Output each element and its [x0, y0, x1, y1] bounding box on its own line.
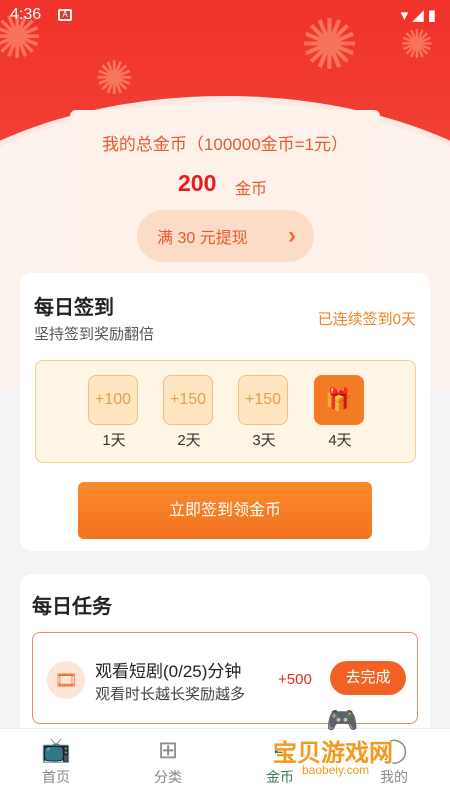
tab-category[interactable]: ⊞ 分类 — [128, 735, 208, 787]
task-complete-button[interactable]: 去完成 — [330, 661, 406, 695]
task-description: 观看时长越长奖励越多 — [95, 686, 246, 703]
withdraw-label: 满 30 元提现 — [157, 230, 248, 247]
signin-claim-button[interactable]: 立即签到领金币 — [78, 482, 372, 539]
coin-total-label: 我的总金币（100000金币=1元） — [101, 135, 349, 154]
tasks-title: 每日任务 — [32, 596, 112, 618]
task-name: 观看短剧(0/25)分钟 — [95, 662, 242, 681]
tab-label: 我的 — [380, 769, 408, 785]
coin-unit: 金币 — [235, 181, 268, 198]
signin-streak: 已连续签到0天 — [317, 311, 416, 328]
coin-balance-card: 我的总金币（100000金币=1元） 200 金币 满 30 元提现 › — [70, 110, 380, 285]
signin-day-3[interactable]: +150 3天 — [238, 375, 290, 450]
notification-icon: A — [58, 9, 72, 21]
signin-reward: +150 — [238, 375, 288, 425]
signin-days-panel: +100 1天 +150 2天 +150 3天 🎁 4天 — [35, 360, 416, 463]
tab-label: 金币 — [266, 769, 294, 785]
film-icon: 🎞 — [47, 661, 85, 699]
task-item: 🎞 观看短剧(0/25)分钟 观看时长越长奖励越多 +500 去完成 — [32, 632, 418, 724]
tab-label: 首页 — [42, 769, 70, 785]
signin-subtitle: 坚持签到奖励翻倍 — [34, 326, 155, 343]
tab-profile[interactable]: ◯ 我的 — [354, 735, 434, 787]
status-bar: 4:36 A ▾◢▮ — [0, 0, 450, 32]
signin-day-label: 2天 — [177, 432, 201, 449]
task-reward: +500 — [278, 671, 312, 688]
tab-coins[interactable]: ● 金币 — [240, 735, 320, 787]
bottom-tab-bar: 📺 首页 ⊞ 分类 ● 金币 ◯ 我的 — [0, 728, 450, 800]
status-time: 4:36 — [10, 6, 42, 23]
gift-icon: 🎁 — [314, 375, 364, 425]
signin-reward: +100 — [88, 375, 138, 425]
tab-label: 分类 — [154, 769, 182, 785]
signin-day-4[interactable]: 🎁 4天 — [314, 375, 366, 450]
grid-icon: ⊞ — [157, 737, 179, 764]
profile-icon: ◯ — [380, 737, 408, 764]
withdraw-button[interactable]: 满 30 元提现 › — [137, 210, 314, 262]
system-status-icons: ▾◢▮ — [400, 7, 440, 24]
signin-day-label: 1天 — [102, 432, 126, 449]
signin-day-1[interactable]: +100 1天 — [88, 375, 140, 450]
coin-icon: ● — [272, 737, 288, 764]
signin-day-label: 3天 — [252, 432, 276, 449]
tv-icon: 📺 — [41, 737, 71, 764]
tab-home[interactable]: 📺 首页 — [16, 735, 96, 787]
chevron-right-icon: › — [288, 222, 296, 249]
signin-reward: +150 — [163, 375, 213, 425]
coin-amount: 200 — [178, 170, 217, 196]
firework-decoration: ✺ — [95, 52, 134, 104]
signin-day-label: 4天 — [328, 432, 352, 449]
signin-title: 每日签到 — [34, 297, 114, 319]
daily-signin-card: 每日签到 坚持签到奖励翻倍 已连续签到0天 +100 1天 +150 2天 +1… — [20, 273, 430, 551]
daily-tasks-card: 每日任务 🎞 观看短剧(0/25)分钟 观看时长越长奖励越多 +500 去完成 — [20, 574, 430, 744]
signin-day-2[interactable]: +150 2天 — [163, 375, 215, 450]
